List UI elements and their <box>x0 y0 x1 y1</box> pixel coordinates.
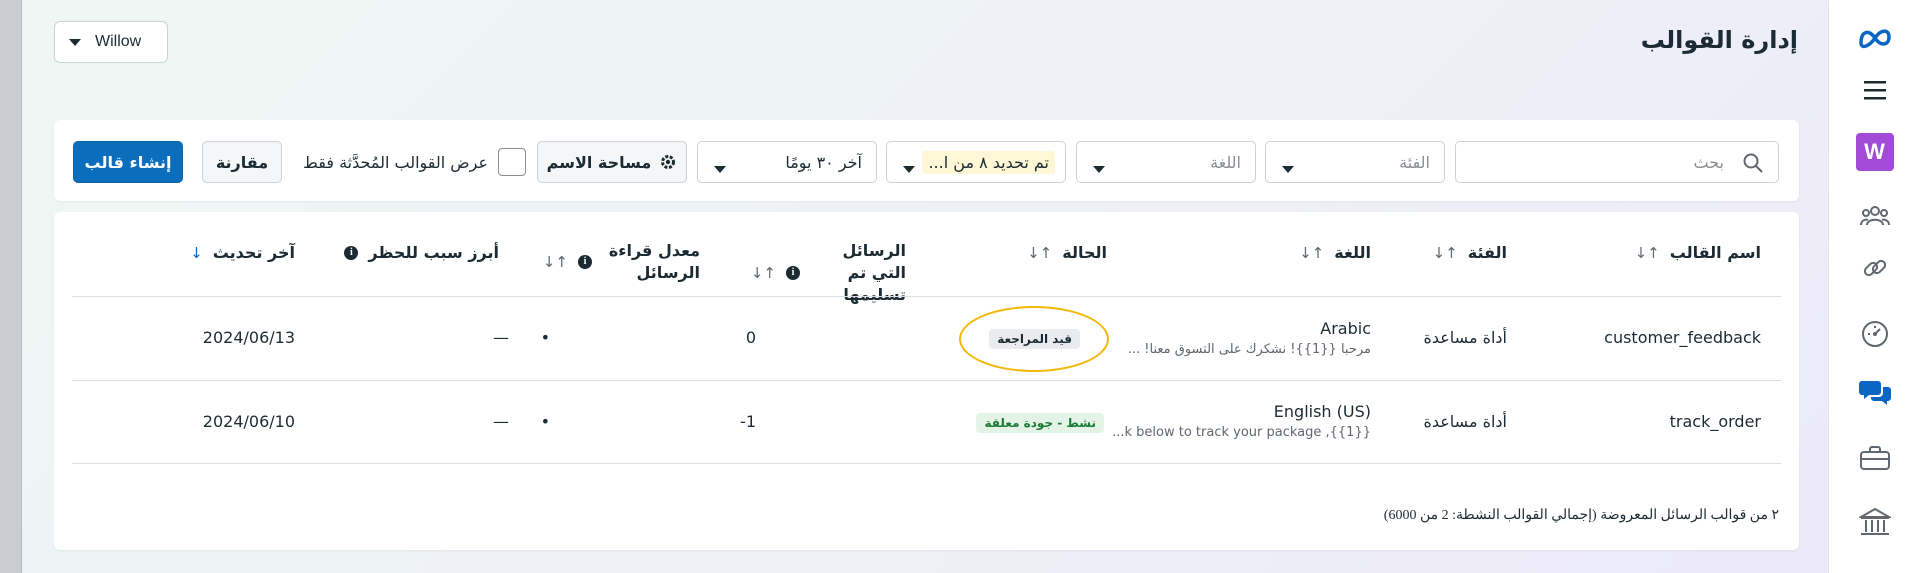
language-placeholder: اللغة <box>1210 152 1241 172</box>
sort-icon: ↑↓ <box>1299 244 1325 262</box>
chevron-down-icon <box>1093 166 1105 173</box>
sort-desc-icon: ↓ <box>190 244 203 262</box>
language-label: English (US) <box>1273 402 1371 421</box>
period-select[interactable]: آخر ٣٠ يومًا <box>697 141 877 183</box>
chat-icon[interactable] <box>1855 372 1895 412</box>
category-select[interactable]: الفئة <box>1265 141 1445 183</box>
template-language: English (US) ...k below to track your pa… <box>1112 402 1371 440</box>
delivered-count: 0 <box>745 328 756 347</box>
briefcase-icon[interactable] <box>1855 438 1895 478</box>
last-updated: 2024/06/13 <box>202 328 295 347</box>
header-language-label: اللغة <box>1334 243 1371 262</box>
header-name-label: اسم القالب <box>1669 243 1761 262</box>
avatar-letter: W <box>1855 133 1894 171</box>
table-footer-summary: ٢ من قوالب الرسائل المعروضة (إجمالي القو… <box>1383 508 1779 523</box>
column-header-last-updated[interactable]: آخر تحديث ↓ <box>190 242 295 264</box>
account-avatar[interactable]: W <box>1855 132 1895 172</box>
status-badge: قيد المراجعة <box>989 329 1080 349</box>
templates-table: اسم القالب ↑↓ الفئة ↑↓ اللغة ↑↓ الحالة ↑… <box>54 212 1799 550</box>
header-last-updated-label: آخر تحديث <box>212 243 295 262</box>
namespace-label: مساحة الاسم <box>546 152 652 172</box>
left-scroll-strip <box>0 0 22 573</box>
period-value: آخر ٣٠ يومًا <box>785 152 862 172</box>
meta-logo-icon[interactable] <box>1855 17 1895 57</box>
status-badge: نشط - جودة معلقة <box>976 413 1104 433</box>
search-input[interactable]: بحث <box>1455 141 1779 183</box>
namespace-button[interactable]: مساحة الاسم <box>537 141 687 183</box>
last-updated: 2024/06/10 <box>202 412 295 431</box>
template-category: أداة مساعدة <box>1423 328 1507 347</box>
info-icon[interactable]: i <box>786 266 800 280</box>
block-reason: — <box>493 412 509 431</box>
header-category-label: الفئة <box>1467 243 1507 262</box>
sort-icon: ↑↓ <box>1432 244 1458 262</box>
bank-icon[interactable] <box>1855 502 1895 542</box>
sort-icon: ↑↓ <box>542 253 568 271</box>
chevron-down-icon <box>69 38 81 46</box>
delivered-count: -1 <box>740 412 756 431</box>
status-select[interactable]: تم تحديد ٨ من ا... <box>886 141 1066 183</box>
template-name[interactable]: customer_feedback <box>1604 328 1761 347</box>
people-icon[interactable] <box>1855 196 1895 236</box>
template-name[interactable]: track_order <box>1670 412 1761 431</box>
row-divider <box>72 296 1781 297</box>
search-placeholder: بحث <box>1693 152 1725 172</box>
dashboard-icon[interactable] <box>1855 314 1895 354</box>
link-icon[interactable] <box>1855 248 1895 288</box>
column-header-category[interactable]: الفئة ↑↓ <box>1433 242 1507 264</box>
message-preview: مرحبا {{1}}! نشكرك على التسوق معنا! ... <box>1127 342 1371 357</box>
read-rate: • <box>540 412 550 431</box>
compare-button[interactable]: مقارنة <box>202 141 282 183</box>
sort-icon: ↑↓ <box>750 264 776 282</box>
block-reason: — <box>493 328 509 347</box>
template-category: أداة مساعدة <box>1423 412 1507 431</box>
row-divider <box>72 380 1781 381</box>
filter-bar: بحث الفئة اللغة تم تحديد ٨ من ا... آخر ٣… <box>54 120 1799 201</box>
read-rate: • <box>540 328 550 347</box>
language-select[interactable]: اللغة <box>1076 141 1256 183</box>
template-language: Arabic مرحبا {{1}}! نشكرك على التسوق معن… <box>1128 319 1371 357</box>
account-selector[interactable]: Willow <box>54 21 168 63</box>
updated-only-checkbox[interactable] <box>498 148 526 176</box>
gear-icon <box>661 155 676 169</box>
menu-icon[interactable] <box>1855 70 1895 110</box>
create-template-button[interactable]: إنشاء قالب <box>73 141 183 183</box>
chevron-down-icon <box>714 166 726 173</box>
header-status-label: الحالة <box>1062 243 1107 262</box>
chevron-down-icon <box>1282 166 1294 173</box>
account-name: Willow <box>95 33 142 50</box>
page-title: إدارة القوالب <box>1640 26 1798 54</box>
updated-only-label: عرض القوالب المُحدَّثة فقط <box>303 152 488 172</box>
compare-label: مقارنة <box>215 152 269 172</box>
column-header-block-reason[interactable]: أبرز سبب للحظر i <box>344 242 499 264</box>
info-icon[interactable]: i <box>344 246 359 260</box>
info-icon[interactable]: i <box>578 255 592 269</box>
language-label: Arabic <box>1320 319 1371 338</box>
column-header-status[interactable]: الحالة ↑↓ <box>1027 242 1107 264</box>
category-placeholder: الفئة <box>1399 152 1430 172</box>
updated-only-toggle[interactable]: عرض القوالب المُحدَّثة فقط <box>303 141 526 183</box>
column-header-language[interactable]: اللغة ↑↓ <box>1299 242 1371 264</box>
create-template-label: إنشاء قالب <box>84 152 172 172</box>
message-preview: ...k below to track your package ,{{1}} <box>1112 425 1371 440</box>
sort-icon: ↑↓ <box>1027 244 1053 262</box>
header-read-rate-label: معدل قراءة الرسائل <box>608 241 700 282</box>
header-block-reason-label: أبرز سبب للحظر <box>368 243 499 262</box>
right-navigation: W <box>1828 0 1920 573</box>
sort-icon: ↑↓ <box>1634 244 1660 262</box>
chevron-down-icon <box>903 166 915 173</box>
column-header-name[interactable]: اسم القالب ↑↓ <box>1635 242 1761 264</box>
search-icon <box>1743 153 1763 173</box>
selected-count-chip: تم تحديد ٨ من ا... <box>922 150 1055 174</box>
column-header-read-rate[interactable]: معدل قراءة الرسائل i ↑↓ <box>540 240 700 284</box>
row-divider <box>72 463 1781 464</box>
